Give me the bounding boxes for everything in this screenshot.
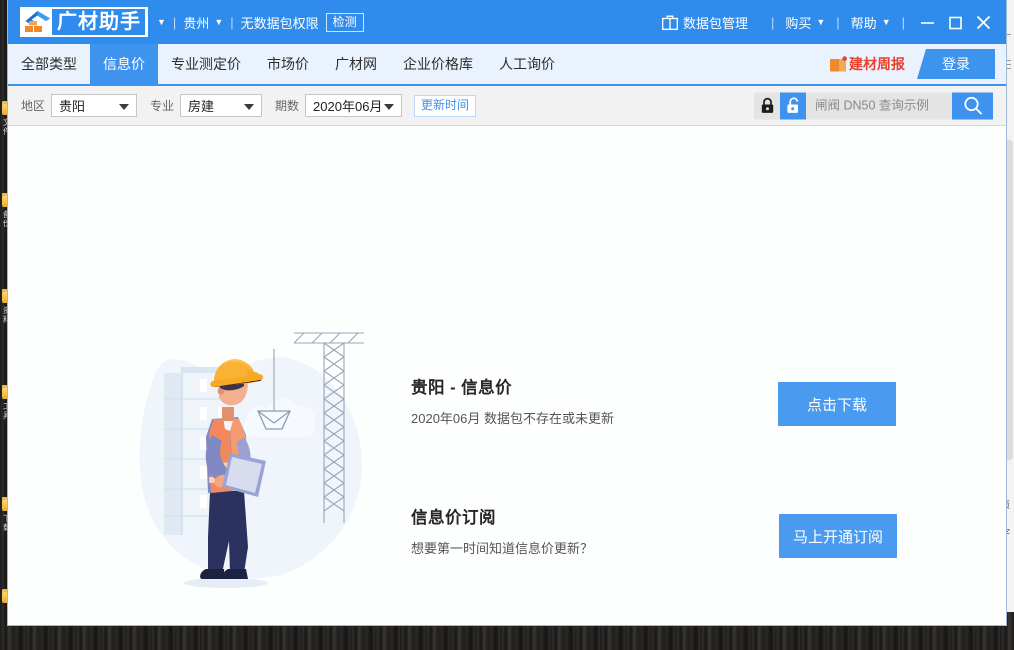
tab-manual-inquiry[interactable]: 人工询价	[486, 44, 568, 84]
brand-logo-icon	[25, 11, 50, 32]
purchase-menu[interactable]: 购买 ▼	[785, 13, 825, 32]
weekly-report-label: 建材周报	[849, 56, 905, 72]
area-label: 地区	[21, 99, 46, 113]
close-button[interactable]	[970, 7, 996, 37]
period-select-value: 2020年06月	[313, 99, 383, 114]
download-block: 贵阳 - 信息价 2020年06月 数据包不存在或未更新 点击下载	[411, 374, 921, 504]
separator: |	[230, 14, 234, 30]
minimize-button[interactable]	[914, 7, 940, 37]
chevron-down-icon	[244, 103, 255, 110]
region-label: 贵州	[183, 15, 210, 31]
lock-open-icon	[786, 97, 798, 113]
lock-open-toggle[interactable]	[780, 92, 806, 119]
tab-enterprise-lib[interactable]: 企业价格库	[390, 44, 486, 84]
search-group	[754, 92, 993, 119]
separator: |	[836, 14, 840, 30]
tab-guangcai-net[interactable]: 广材网	[322, 44, 390, 84]
search-button[interactable]	[952, 92, 993, 119]
detect-button[interactable]: 检测	[325, 12, 364, 32]
application-window: 广材助手 ▼ | 贵州 ▼ | 无数据包权限 检测 数据包管理 | 购买 ▼ |…	[8, 0, 1006, 625]
download-button[interactable]: 点击下载	[778, 382, 896, 426]
package-manage-button[interactable]: 数据包管理	[661, 13, 748, 32]
maximize-icon	[948, 16, 962, 29]
info-panel: 贵阳 - 信息价 2020年06月 数据包不存在或未更新 点击下载 信息价订阅 …	[411, 374, 921, 625]
package-icon	[661, 15, 678, 30]
major-select-value: 房建	[188, 99, 215, 114]
help-menu[interactable]: 帮助 ▼	[851, 13, 891, 32]
tab-market-price[interactable]: 市场价	[254, 44, 322, 84]
permission-status: 无数据包权限	[240, 15, 319, 31]
purchase-label: 购买	[785, 15, 812, 31]
lock-closed-icon	[761, 97, 773, 113]
close-icon	[976, 15, 990, 29]
separator: |	[901, 14, 905, 30]
area-select[interactable]: 贵阳	[51, 94, 138, 117]
period-label: 期数	[275, 99, 300, 113]
weekly-report-link[interactable]: 建材周报	[829, 54, 905, 74]
tab-info-price[interactable]: 信息价	[90, 44, 158, 84]
separator: |	[172, 14, 177, 30]
region-selector[interactable]: 贵州 ▼	[183, 13, 223, 32]
chevron-down-icon	[384, 103, 395, 110]
book-icon	[830, 55, 847, 71]
main-nav-tabs: 全部类型 信息价 专业测定价 市场价 广材网 企业价格库 人工询价 建材周报 登…	[8, 44, 1006, 86]
help-label: 帮助	[850, 15, 877, 31]
search-icon	[963, 96, 982, 115]
background-window-scrollbar[interactable]	[1005, 140, 1013, 460]
lock-closed-toggle[interactable]	[754, 92, 780, 119]
major-label: 专业	[150, 99, 175, 113]
chevron-down-icon	[119, 103, 130, 110]
update-time-button[interactable]: 更新时间	[414, 94, 477, 117]
subscribe-block: 信息价订阅 想要第一时间知道信息价更新？ 马上开通订阅	[411, 504, 921, 625]
nav-right-group: 建材周报 登录	[829, 44, 1006, 84]
package-manage-label: 数据包管理	[682, 15, 748, 31]
minimize-icon	[920, 21, 934, 24]
period-select[interactable]: 2020年06月	[305, 94, 403, 117]
title-bar-right: 数据包管理 | 购买 ▼ | 帮助 ▼ |	[661, 0, 1006, 44]
content-area: 贵阳 - 信息价 2020年06月 数据包不存在或未更新 点击下载 信息价订阅 …	[8, 126, 1006, 625]
tab-pro-measured[interactable]: 专业测定价	[158, 44, 254, 84]
filter-bar: 地区 贵阳 专业 房建 期数 2020年06月 更新时间	[8, 86, 1006, 126]
maximize-button[interactable]	[942, 7, 968, 37]
logo-dropdown-caret-icon[interactable]: ▼	[157, 17, 166, 27]
tab-all-types[interactable]: 全部类型	[8, 44, 90, 84]
separator: |	[770, 14, 775, 30]
title-bar: 广材助手 ▼ | 贵州 ▼ | 无数据包权限 检测 数据包管理 | 购买 ▼ |…	[8, 0, 1006, 44]
app-logo[interactable]: 广材助手	[20, 7, 148, 37]
chevron-down-icon: ▼	[881, 17, 891, 27]
chevron-down-icon: ▼	[214, 17, 224, 27]
construction-worker-illustration	[139, 332, 364, 588]
login-button[interactable]: 登录	[917, 49, 995, 79]
area-select-value: 贵阳	[59, 99, 86, 114]
app-logo-text: 广材助手	[52, 9, 145, 35]
chevron-down-icon: ▼	[816, 17, 826, 27]
major-select[interactable]: 房建	[180, 94, 263, 117]
search-input[interactable]	[806, 92, 952, 119]
subscribe-button[interactable]: 马上开通订阅	[779, 514, 897, 558]
